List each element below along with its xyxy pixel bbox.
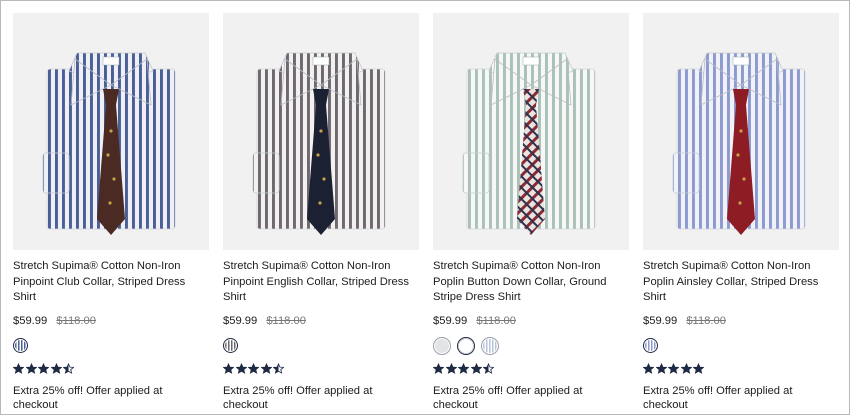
product-grid-frame: Stretch Supima® Cotton Non-Iron Pinpoint…	[0, 0, 850, 415]
star-full-icon	[655, 362, 667, 374]
color-swatches	[223, 337, 419, 355]
product-card: Stretch Supima® Cotton Non-Iron Pinpoint…	[13, 13, 209, 412]
star-full-icon	[643, 362, 654, 374]
product-title[interactable]: Stretch Supima® Cotton Non-Iron Pinpoint…	[223, 259, 419, 306]
star-full-icon	[13, 362, 24, 374]
price-row: $59.99 $118.00	[223, 314, 419, 328]
star-full-icon	[668, 362, 679, 374]
product-card: Stretch Supima® Cotton Non-Iron Poplin B…	[433, 13, 629, 412]
star-full-icon	[260, 362, 272, 374]
promo-text: Extra 25% off! Offer applied at checkout	[643, 384, 793, 411]
original-price: $118.00	[476, 314, 516, 327]
star-full-icon	[680, 362, 692, 374]
swatch-color	[15, 340, 26, 351]
swatch-color	[483, 338, 497, 353]
sale-price: $59.99	[223, 314, 258, 327]
swatch-color	[458, 337, 474, 354]
product-card: Stretch Supima® Cotton Non-Iron Pinpoint…	[223, 13, 419, 412]
color-swatches	[433, 336, 629, 355]
product-image[interactable]	[643, 13, 839, 250]
star-rating	[13, 362, 209, 375]
star-full-icon	[50, 362, 62, 374]
star-full-icon	[433, 362, 444, 374]
original-price: $118.00	[266, 314, 306, 327]
star-half-icon	[63, 362, 74, 374]
product-grid: Stretch Supima® Cotton Non-Iron Pinpoint…	[13, 13, 841, 411]
color-swatch[interactable]	[643, 338, 658, 353]
product-title[interactable]: Stretch Supima® Cotton Non-Iron Poplin A…	[643, 259, 839, 306]
star-full-icon	[38, 362, 49, 374]
price-row: $59.99 $118.00	[433, 314, 629, 328]
star-full-icon	[223, 362, 234, 374]
color-swatches	[13, 337, 209, 355]
star-full-icon	[693, 362, 704, 374]
swatch-color	[225, 340, 236, 351]
color-swatch[interactable]	[481, 336, 499, 355]
product-title[interactable]: Stretch Supima® Cotton Non-Iron Poplin B…	[433, 259, 629, 306]
star-half-icon	[483, 362, 494, 374]
price-row: $59.99 $118.00	[13, 314, 209, 328]
star-full-icon	[445, 362, 457, 374]
star-full-icon	[458, 362, 469, 374]
sale-price: $59.99	[643, 314, 678, 327]
promo-text: Extra 25% off! Offer applied at checkout	[433, 384, 583, 411]
product-image[interactable]	[433, 13, 629, 250]
star-rating	[643, 362, 839, 375]
star-rating	[433, 362, 629, 375]
product-image[interactable]	[13, 13, 209, 250]
star-full-icon	[470, 362, 482, 374]
sale-price: $59.99	[13, 314, 48, 327]
original-price: $118.00	[686, 314, 726, 327]
star-rating	[223, 362, 419, 375]
star-half-icon	[273, 362, 284, 374]
star-full-icon	[248, 362, 259, 374]
original-price: $118.00	[56, 314, 96, 327]
product-title[interactable]: Stretch Supima® Cotton Non-Iron Pinpoint…	[13, 259, 209, 306]
star-full-icon	[235, 362, 247, 374]
color-swatch[interactable]	[433, 336, 451, 355]
price-row: $59.99 $118.00	[643, 314, 839, 328]
color-swatch[interactable]	[13, 338, 28, 353]
color-swatch[interactable]	[457, 336, 475, 355]
product-image[interactable]	[223, 13, 419, 250]
sale-price: $59.99	[433, 314, 468, 327]
product-card: Stretch Supima® Cotton Non-Iron Poplin A…	[643, 13, 839, 412]
color-swatches	[643, 337, 839, 355]
swatch-color	[645, 340, 656, 351]
swatch-color	[435, 338, 449, 353]
star-full-icon	[25, 362, 37, 374]
promo-text: Extra 25% off! Offer applied at checkout	[223, 384, 373, 411]
color-swatch[interactable]	[223, 338, 238, 353]
promo-text: Extra 25% off! Offer applied at checkout	[13, 384, 163, 411]
